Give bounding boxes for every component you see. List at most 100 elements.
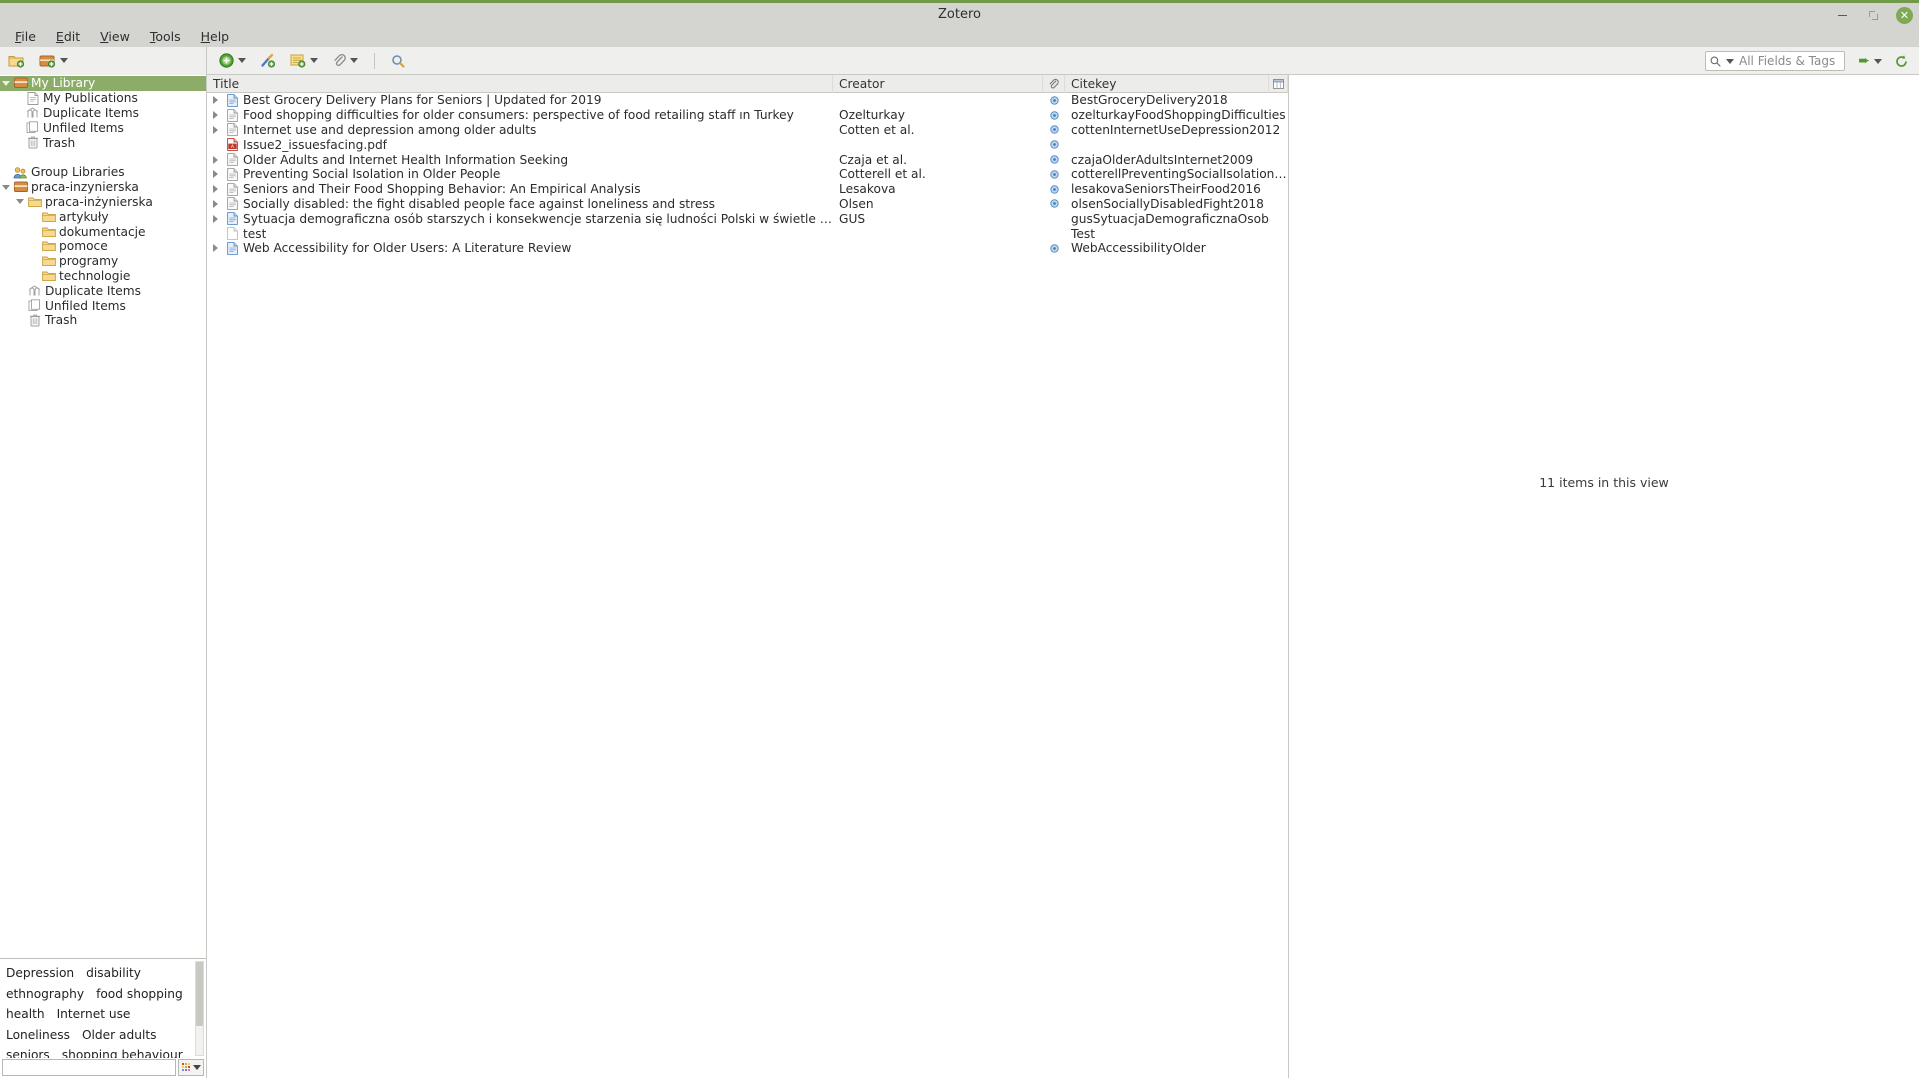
cell-title: Preventing Social Isolation in Older Peo…: [207, 167, 833, 181]
column-header-attachment[interactable]: [1043, 74, 1065, 93]
document-icon: [223, 153, 241, 166]
sidebar-item-collection-praca-inzynierska[interactable]: praca-inżynierska: [0, 195, 206, 210]
column-header-title[interactable]: Title: [207, 74, 833, 93]
sidebar-item-programy[interactable]: programy: [0, 254, 206, 269]
sidebar-item-dokumentacje[interactable]: dokumentacje: [0, 224, 206, 239]
column-header-creator[interactable]: Creator: [833, 74, 1043, 93]
table-row[interactable]: test Test: [207, 226, 1288, 241]
tag-item[interactable]: food shopping: [92, 985, 187, 1005]
search-box[interactable]: [1705, 51, 1891, 71]
sidebar-item-group-duplicate-items[interactable]: Duplicate Items: [0, 283, 206, 298]
row-twisty-icon[interactable]: [207, 111, 223, 120]
chevron-down-icon: [60, 58, 68, 63]
menu-edit[interactable]: Edit: [47, 27, 89, 46]
document-icon: [223, 168, 241, 181]
twisty-open-icon[interactable]: [0, 184, 12, 190]
menu-view[interactable]: View: [91, 27, 139, 46]
tag-list-scrollbar[interactable]: [195, 961, 204, 1056]
cell-creator: Czaja et al.: [839, 152, 907, 167]
tag-item[interactable]: Depression: [2, 964, 78, 984]
sidebar-item-group-trash[interactable]: Trash: [0, 313, 206, 328]
new-library-button[interactable]: [37, 50, 70, 72]
document-icon: [223, 123, 241, 137]
advanced-search-button[interactable]: [389, 50, 407, 72]
item-title: Best Grocery Delivery Plans for Seniors …: [243, 93, 602, 108]
row-twisty-icon[interactable]: [207, 244, 223, 253]
tag-item[interactable]: shopping behaviour: [58, 1046, 187, 1058]
table-row[interactable]: Seniors and Their Food Shopping Behavior…: [207, 182, 1288, 197]
table-row[interactable]: Best Grocery Delivery Plans for Seniors …: [207, 93, 1288, 108]
table-row[interactable]: Socially disabled: the fight disabled pe…: [207, 197, 1288, 212]
tag-item[interactable]: health: [2, 1005, 49, 1025]
item-title: Sytuacja demograficzna osób starszych i …: [243, 211, 833, 226]
menu-tools[interactable]: Tools: [141, 27, 190, 46]
row-twisty-icon[interactable]: [207, 214, 223, 223]
cell-citekey: Test: [1071, 226, 1095, 241]
menu-file[interactable]: File: [6, 27, 45, 46]
tag-item[interactable]: seniors: [2, 1046, 54, 1058]
tag-item[interactable]: disability: [82, 964, 145, 984]
tag-filter-input[interactable]: [2, 1058, 176, 1076]
new-collection-icon: [8, 53, 25, 68]
sidebar-item-technologie[interactable]: technologie: [0, 269, 206, 284]
sidebar-item-group-praca-inzynierska[interactable]: praca-inzynierska: [0, 180, 206, 195]
left-pane: My Library My Publications Duplicate Ite…: [0, 75, 207, 1078]
sidebar-item-duplicate-items[interactable]: Duplicate Items: [0, 106, 206, 121]
sidebar-item-artykuly[interactable]: artykuły: [0, 209, 206, 224]
sidebar-item-pomoce[interactable]: pomoce: [0, 239, 206, 254]
new-collection-button[interactable]: [6, 50, 27, 72]
row-twisty-icon[interactable]: [207, 170, 223, 179]
sync-button[interactable]: [1892, 50, 1911, 72]
duplicates-icon: [26, 284, 43, 297]
column-picker-button[interactable]: [1268, 75, 1288, 93]
item-title: test: [243, 226, 267, 241]
cell-citekey: WebAccessibilityOlder: [1071, 241, 1206, 256]
row-twisty-icon[interactable]: [207, 155, 223, 164]
table-row[interactable]: Sytuacja demograficzna osób starszych i …: [207, 211, 1288, 226]
sidebar-item-my-publications[interactable]: My Publications: [0, 91, 206, 106]
new-note-button[interactable]: [288, 50, 320, 72]
maximize-button[interactable]: [1865, 7, 1882, 24]
sidebar-label: dokumentacje: [59, 224, 146, 239]
add-attachment-button[interactable]: [330, 50, 360, 72]
minimize-button[interactable]: [1834, 7, 1851, 24]
column-label: Creator: [839, 76, 885, 91]
tag-selector-options-button[interactable]: [178, 1058, 204, 1076]
sidebar-item-my-library[interactable]: My Library: [0, 76, 206, 91]
row-twisty-icon[interactable]: [207, 125, 223, 134]
table-row[interactable]: Food shopping difficulties for older con…: [207, 108, 1288, 123]
grid-dots-icon: [181, 1063, 190, 1071]
scrollbar-thumb[interactable]: [196, 962, 203, 1026]
locate-button[interactable]: ➨: [1856, 50, 1884, 72]
column-header-citekey[interactable]: Citekey: [1065, 74, 1288, 93]
tag-item[interactable]: Older adults: [78, 1026, 161, 1046]
table-row[interactable]: Internet use and depression among older …: [207, 123, 1288, 138]
row-twisty-icon[interactable]: [207, 199, 223, 208]
sidebar-label: technologie: [59, 268, 131, 283]
sidebar-item-unfiled-items[interactable]: Unfiled Items: [0, 120, 206, 135]
table-row[interactable]: Preventing Social Isolation in Older Peo…: [207, 167, 1288, 182]
menu-help[interactable]: Help: [192, 27, 239, 46]
sidebar-label: praca-inzynierska: [31, 180, 139, 195]
add-by-identifier-button[interactable]: [258, 50, 278, 72]
table-row[interactable]: Older Adults and Internet Health Informa…: [207, 152, 1288, 167]
sidebar-item-group-unfiled-items[interactable]: Unfiled Items: [0, 298, 206, 313]
new-item-button[interactable]: [217, 50, 248, 72]
close-icon[interactable]: ✕: [1896, 7, 1913, 24]
tag-item[interactable]: ethnography: [2, 985, 88, 1005]
chevron-down-icon: [192, 1064, 201, 1070]
table-row[interactable]: A Issue2_issuesfacing.pdf: [207, 137, 1288, 152]
twisty-open-icon[interactable]: [14, 199, 26, 205]
tag-item[interactable]: Internet use: [53, 1005, 135, 1025]
twisty-open-icon[interactable]: [0, 80, 12, 86]
chevron-down-icon: [238, 58, 246, 63]
search-icon: [391, 54, 405, 68]
publications-icon: [24, 91, 41, 105]
chevron-down-icon[interactable]: [1726, 58, 1734, 64]
tag-item[interactable]: Loneliness: [2, 1026, 74, 1046]
sidebar-item-trash[interactable]: Trash: [0, 135, 206, 150]
row-twisty-icon[interactable]: [207, 185, 223, 194]
row-twisty-icon[interactable]: [207, 96, 223, 105]
sidebar-item-group-libraries[interactable]: Group Libraries: [0, 165, 206, 180]
table-row[interactable]: Web Accessibility for Older Users: A Lit…: [207, 241, 1288, 256]
